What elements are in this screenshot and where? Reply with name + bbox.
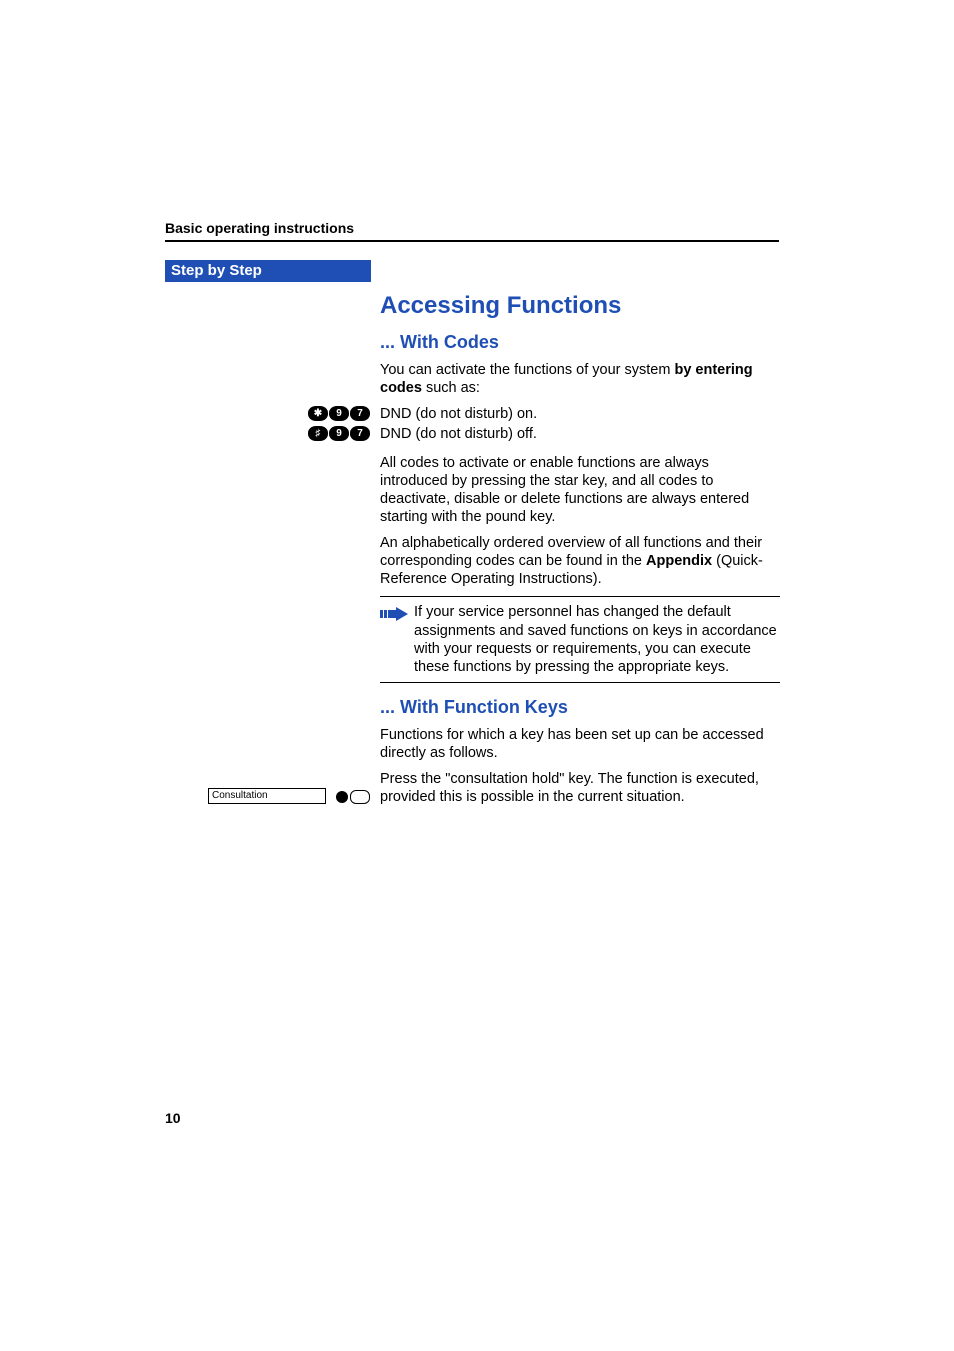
funckeys-consultation-paragraph: Press the "consultation hold" key. The f… <box>380 770 780 806</box>
key-7-icon: 7 <box>350 406 370 421</box>
note-text: If your service personnel has changed th… <box>414 603 780 676</box>
running-header: Basic operating instructions <box>165 220 874 236</box>
code-desc-dnd-on: DND (do not disturb) on. <box>380 405 780 423</box>
key-button-icon <box>350 790 370 804</box>
key-9-icon: 9 <box>329 426 349 441</box>
key-7-icon: 7 <box>350 426 370 441</box>
sidebar-step-by-step: Step by Step <box>165 260 371 282</box>
header-rule <box>165 240 779 242</box>
code-desc-dnd-off: DND (do not disturb) off. <box>380 425 780 443</box>
led-on-icon <box>336 791 348 803</box>
page-number: 10 <box>165 1110 181 1126</box>
subheading-with-function-keys: ... With Function Keys <box>380 697 780 718</box>
function-key-icon <box>336 788 370 806</box>
key-9-icon: 9 <box>329 406 349 421</box>
keypad-code-dnd-on: ✱97 <box>300 405 370 423</box>
funckeys-intro-paragraph: Functions for which a key has been set u… <box>380 726 780 762</box>
heading-accessing-functions: Accessing Functions <box>380 292 780 320</box>
codes-explanation-paragraph: All codes to activate or enable function… <box>380 454 780 527</box>
intro-paragraph: You can activate the functions of your s… <box>380 361 780 397</box>
note-arrow-icon <box>380 603 414 628</box>
keypad-code-dnd-off: ♯97 <box>300 425 370 443</box>
note-box: If your service personnel has changed th… <box>380 596 780 683</box>
key-pound-icon: ♯ <box>308 426 328 441</box>
key-label-consultation: Consultation <box>208 788 326 804</box>
appendix-reference-paragraph: An alphabetically ordered overview of al… <box>380 534 780 588</box>
key-star-icon: ✱ <box>308 406 328 421</box>
subheading-with-codes: ... With Codes <box>380 332 780 353</box>
